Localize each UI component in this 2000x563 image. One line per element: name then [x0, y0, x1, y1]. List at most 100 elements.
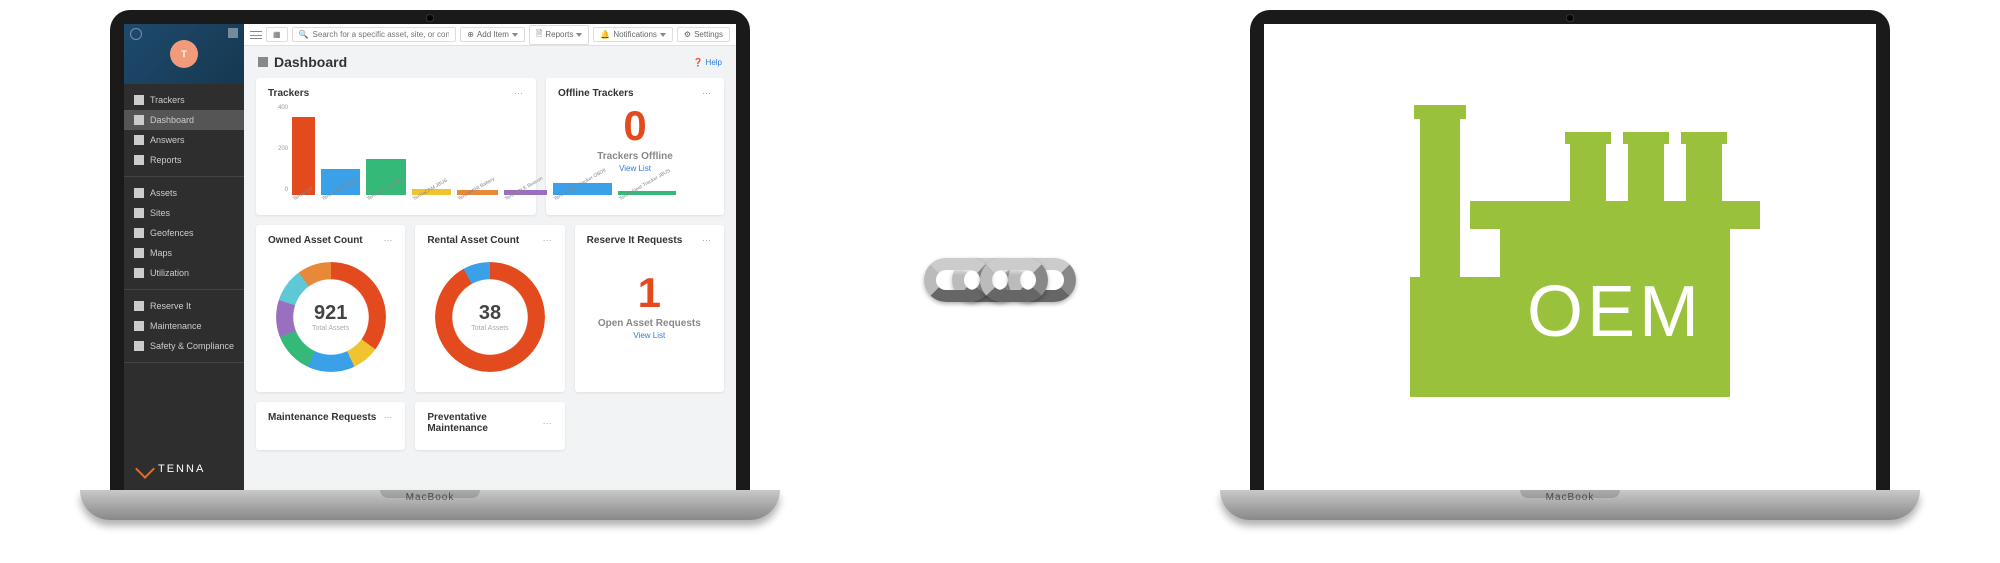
- main-panel: ▦ 🔍 ⊕ Add Item 🗎 Reports 🔔 Notifications…: [244, 24, 736, 490]
- help-link[interactable]: ❓ Help: [693, 58, 722, 67]
- reports-button[interactable]: 🗎 Reports: [529, 25, 589, 45]
- add-item-button[interactable]: ⊕ Add Item: [460, 27, 525, 42]
- sidebar-item-sites[interactable]: Sites: [124, 203, 244, 223]
- nav-icon: [134, 301, 144, 311]
- page-title: Dashboard: [258, 54, 347, 70]
- sidebar-item-geofences[interactable]: Geofences: [124, 223, 244, 243]
- sidebar-item-reserve-it[interactable]: Reserve It: [124, 296, 244, 316]
- card-title: Reserve It Requests: [587, 235, 683, 246]
- nav-label: Maintenance: [150, 321, 202, 331]
- card-menu-icon[interactable]: ⋯: [514, 88, 524, 99]
- thumb-icon: [228, 28, 238, 38]
- notifications-button[interactable]: 🔔 Notifications: [593, 27, 673, 42]
- oem-screen: OEM: [1264, 24, 1876, 490]
- nav-label: Sites: [150, 208, 170, 218]
- sidebar-item-assets[interactable]: Assets: [124, 183, 244, 203]
- search-box[interactable]: 🔍: [292, 27, 457, 42]
- nav-icon: [134, 155, 144, 165]
- reserve-sub: Open Asset Requests: [587, 318, 712, 329]
- camera-dot: [427, 15, 433, 21]
- sidebar-item-trackers[interactable]: Trackers: [124, 90, 244, 110]
- nav-icon: [134, 341, 144, 351]
- hamburger-icon[interactable]: [250, 31, 262, 39]
- nav-icon: [134, 188, 144, 198]
- sidebar-item-answers[interactable]: Answers: [124, 130, 244, 150]
- bar-col: Tenna Fleet Tracker OBDII: [553, 183, 612, 205]
- nav-label: Reserve It: [150, 301, 191, 311]
- y-axis-ticks: 4002000: [268, 105, 288, 193]
- nav-icon: [134, 321, 144, 331]
- reserve-card: Reserve It Requests ⋯ 1 Open Asset Reque…: [575, 225, 724, 392]
- sidebar-header: T: [124, 24, 244, 84]
- bezel: T Trackers Dashboard Answers Reports Assets S…: [110, 10, 750, 490]
- trackers-card: Trackers ⋯ 4002000 Tenna QR TennaMINI Plu…: [256, 78, 536, 215]
- right-laptop: OEM MacBook: [1220, 10, 1920, 550]
- brand-text: TENNA: [158, 463, 205, 475]
- offline-sub: Trackers Offline: [558, 151, 712, 162]
- nav-label: Utilization: [150, 268, 189, 278]
- card-title: Trackers: [268, 88, 309, 99]
- owned-count: 921: [312, 302, 349, 325]
- search-input[interactable]: [313, 30, 450, 39]
- card-title: Maintenance Requests: [268, 412, 376, 423]
- bar-col: Tenna QR: [292, 117, 315, 205]
- chain-graphic: [880, 235, 1120, 325]
- nav-label: Trackers: [150, 95, 185, 105]
- sidebar-item-utilization[interactable]: Utilization: [124, 263, 244, 283]
- left-laptop: T Trackers Dashboard Answers Reports Assets S…: [80, 10, 780, 550]
- nav-label: Geofences: [150, 228, 194, 238]
- nav-icon: [134, 268, 144, 278]
- card-menu-icon[interactable]: ⋯: [702, 235, 712, 246]
- nav-icon: [134, 95, 144, 105]
- topbar: ▦ 🔍 ⊕ Add Item 🗎 Reports 🔔 Notifications…: [244, 24, 736, 46]
- card-menu-icon[interactable]: ⋯: [543, 235, 553, 246]
- card-title: Owned Asset Count: [268, 235, 363, 246]
- bar-col: Tenna BLE Beacon: [504, 190, 547, 205]
- nav-label: Reports: [150, 155, 182, 165]
- card-menu-icon[interactable]: ⋯: [543, 418, 553, 429]
- oem-label: OEM: [1527, 271, 1703, 353]
- bezel: OEM: [1250, 10, 1890, 490]
- nav-icon: [134, 135, 144, 145]
- bar-col: TennaMINI Plugin: [321, 169, 360, 205]
- settings-button[interactable]: ⚙ Settings: [677, 27, 730, 42]
- view-list-link[interactable]: View List: [558, 164, 712, 173]
- reserve-count: 1: [587, 272, 712, 314]
- card-title: Rental Asset Count: [427, 235, 519, 246]
- chevron-down-icon: [660, 33, 666, 37]
- bar-col: TennaCAM OBDII: [366, 159, 406, 205]
- nav-label: Assets: [150, 188, 177, 198]
- rental-count: 38: [471, 302, 508, 325]
- sidebar: T Trackers Dashboard Answers Reports Assets S…: [124, 24, 244, 490]
- chain-link: [980, 258, 1048, 302]
- bar-col: TennaMINI Battery: [457, 190, 498, 205]
- sidebar-item-dashboard[interactable]: Dashboard: [124, 110, 244, 130]
- sidebar-item-reports[interactable]: Reports: [124, 150, 244, 170]
- laptop-base: MacBook: [80, 490, 780, 520]
- laptop-base: MacBook: [1220, 490, 1920, 520]
- card-title: Offline Trackers: [558, 88, 634, 99]
- maintenance-requests-card: Maintenance Requests ⋯: [256, 402, 405, 450]
- view-list-link[interactable]: View List: [587, 331, 712, 340]
- nav-label: Answers: [150, 135, 185, 145]
- card-menu-icon[interactable]: ⋯: [383, 412, 393, 423]
- factory-icon: OEM: [1410, 117, 1730, 397]
- nav-label: Safety & Compliance: [150, 341, 234, 351]
- brand-logo-icon: [135, 459, 155, 479]
- card-grid: Trackers ⋯ 4002000 Tenna QR TennaMINI Plu…: [244, 78, 736, 462]
- sidebar-item-safety-compliance[interactable]: Safety & Compliance: [124, 336, 244, 356]
- card-menu-icon[interactable]: ⋯: [383, 235, 393, 246]
- sidebar-item-maintenance[interactable]: Maintenance: [124, 316, 244, 336]
- nav-label: Maps: [150, 248, 172, 258]
- preventative-maintenance-card: Preventative Maintenance ⋯: [415, 402, 564, 450]
- bar-col: TennaCAM JBUS: [412, 189, 451, 205]
- nav-icon: [134, 228, 144, 238]
- camera-dot: [1567, 15, 1573, 21]
- avatar[interactable]: T: [170, 40, 198, 68]
- app-screen: T Trackers Dashboard Answers Reports Assets S…: [124, 24, 736, 490]
- grid-toggle[interactable]: ▦: [266, 27, 288, 42]
- sidebar-item-maps[interactable]: Maps: [124, 243, 244, 263]
- nav-icon: [134, 115, 144, 125]
- card-menu-icon[interactable]: ⋯: [702, 88, 712, 99]
- owned-asset-card: Owned Asset Count ⋯ 921 Total Assets: [256, 225, 405, 392]
